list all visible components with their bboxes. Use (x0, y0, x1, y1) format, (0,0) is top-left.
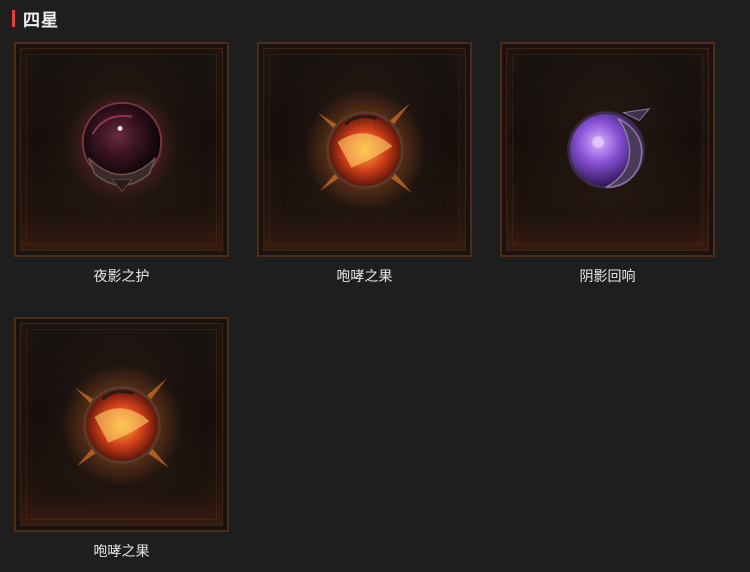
item-card-ye-ying-zhi-hu[interactable]: 夜影之护 (14, 42, 229, 286)
flame-fruit-icon (304, 89, 426, 211)
item-name: 夜影之护 (93, 269, 150, 285)
dark-nebula-orb-icon (65, 88, 179, 203)
flame-fruit-icon (61, 364, 183, 486)
item-frame[interactable] (257, 42, 472, 257)
item-frame[interactable] (14, 317, 229, 532)
item-name: 阴影回响 (579, 269, 636, 285)
section-header: 四星 (12, 7, 59, 31)
section-title: 四星 (23, 10, 59, 31)
item-name: 咆哮之果 (336, 269, 393, 285)
item-card-yin-ying-hui-xiang[interactable]: 阴影回响 (500, 42, 715, 286)
item-frame[interactable] (500, 42, 715, 257)
purple-moon-orb-icon (567, 108, 651, 189)
item-name: 咆哮之果 (93, 544, 150, 560)
item-card-pao-xiao-zhi-guo[interactable]: 咆哮之果 (257, 42, 472, 286)
item-frame[interactable] (14, 42, 229, 257)
item-card-pao-xiao-zhi-guo-2[interactable]: 咆哮之果 (14, 317, 229, 561)
section-accent-bar (12, 9, 15, 27)
